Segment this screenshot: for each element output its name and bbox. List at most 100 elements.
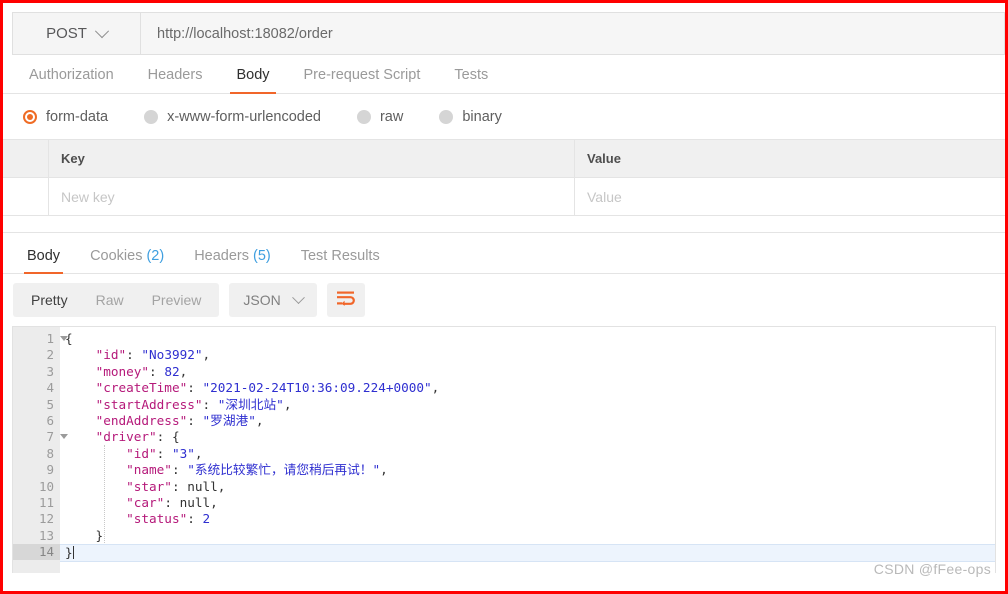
json-token-key: "startAddress"	[95, 396, 203, 412]
json-token-pun	[65, 479, 126, 494]
json-token-pun	[65, 511, 126, 526]
response-view-mode-group: Pretty Raw Preview	[13, 283, 220, 317]
response-format-selector[interactable]: JSON	[229, 283, 317, 317]
json-token-pun: ,	[431, 380, 440, 396]
json-token-pun	[65, 380, 96, 395]
row-checkbox-cell[interactable]	[3, 178, 49, 215]
json-code-area[interactable]: { "id": "No3992", "money": 82, "createTi…	[60, 327, 995, 573]
code-line: "star": null,	[60, 479, 995, 495]
new-value-input[interactable]: Value	[575, 178, 1005, 215]
request-tab-pre-request-script[interactable]: Pre-request Script	[287, 67, 438, 93]
json-token-pun: ,	[194, 445, 203, 461]
json-token-str: "2021-02-24T10:36:09.224+0000"	[202, 380, 432, 396]
tab-label: Body	[27, 248, 61, 264]
json-token-pun: :	[187, 412, 203, 428]
radio-raw[interactable]: raw	[356, 108, 404, 125]
json-token-pun: : {	[156, 429, 180, 445]
tab-label: Cookies	[90, 248, 143, 264]
radio-binary[interactable]: binary	[439, 109, 502, 125]
word-wrap-icon	[336, 290, 356, 311]
json-token-pun: ,	[380, 462, 388, 478]
code-line: "endAddress": "罗湖港",	[60, 413, 995, 429]
line-number-gutter: 1 2 3 4 5 6 7 8 9 10 11 12 13 14	[13, 327, 68, 573]
http-method-selector[interactable]: POST	[12, 12, 140, 55]
line-number: 10	[38, 478, 54, 494]
line-number: 9	[46, 462, 54, 478]
radio-unselected-icon	[356, 109, 371, 124]
response-tab-body[interactable]: Body	[12, 248, 75, 274]
radio-label: x-www-form-urlencoded	[167, 108, 321, 125]
json-token-key: "createTime"	[95, 380, 188, 396]
json-token-str: "3"	[171, 445, 195, 461]
json-token-pun: :	[164, 494, 180, 510]
line-number: 7	[13, 429, 68, 445]
line-number: 3	[46, 363, 54, 379]
code-line: "driver": {	[60, 429, 995, 445]
json-token-pun	[65, 364, 96, 379]
json-token-pun	[65, 413, 96, 428]
cookies-count-badge: (2)	[146, 248, 165, 264]
json-token-pun: :	[149, 363, 165, 379]
request-tab-body[interactable]: Body	[219, 67, 286, 94]
view-mode-pretty[interactable]: Pretty	[17, 283, 82, 317]
line-number: 11	[38, 494, 54, 510]
table-gutter	[3, 140, 49, 177]
table-row[interactable]: New key Value	[3, 178, 1005, 216]
chevron-down-icon	[94, 23, 109, 38]
json-token-pun: :	[187, 511, 203, 527]
tab-label: Headers	[194, 248, 249, 264]
new-key-input[interactable]: New key	[49, 178, 575, 215]
response-tab-headers[interactable]: Headers (5)	[179, 248, 286, 273]
json-token-pun	[65, 429, 96, 444]
request-tab-authorization[interactable]: Authorization	[12, 67, 131, 93]
request-url-bar: POST http://localhost:18082/order	[3, 3, 1005, 55]
radio-label: binary	[462, 108, 502, 125]
json-token-pun: ,	[217, 478, 226, 494]
radio-label: raw	[379, 108, 404, 125]
json-token-key: "money"	[95, 363, 150, 379]
word-wrap-toggle[interactable]	[326, 283, 365, 317]
json-token-pun: }	[65, 545, 73, 561]
tab-label: Body	[236, 67, 270, 83]
code-line: "money": 82,	[60, 364, 995, 380]
table-header-row: Key Value	[3, 140, 1005, 178]
radio-selected-icon	[23, 109, 37, 124]
response-tab-test-results[interactable]: Test Results	[286, 248, 395, 273]
code-line: "id": "3",	[60, 446, 995, 462]
line-number: 5	[46, 396, 54, 412]
json-token-pun: ,	[179, 363, 188, 379]
request-tab-headers[interactable]: Headers	[131, 67, 220, 93]
column-header-value: Value	[587, 151, 621, 166]
json-token-pun: {	[65, 331, 73, 346]
json-token-pun	[65, 495, 126, 510]
radio-x-www-form-urlencoded[interactable]: x-www-form-urlencoded	[144, 109, 321, 125]
tab-label: Test Results	[300, 248, 380, 264]
headers-count-badge: (5)	[253, 248, 271, 264]
line-number: 4	[46, 380, 54, 396]
postman-window: POST http://localhost:18082/order Author…	[0, 0, 1008, 594]
tab-label: Headers	[147, 67, 203, 83]
view-mode-preview[interactable]: Preview	[138, 283, 216, 317]
line-number: 6	[46, 412, 54, 428]
json-token-str: "深圳北站"	[217, 396, 284, 412]
json-token-null: null	[179, 494, 211, 510]
code-line: }	[60, 544, 995, 563]
table-bottom-spacer	[3, 216, 1005, 233]
request-tab-tests[interactable]: Tests	[437, 67, 505, 93]
json-token-null: null	[187, 478, 218, 494]
json-token-pun: :	[171, 462, 188, 478]
json-token-pun: :	[171, 478, 188, 494]
response-body-viewer[interactable]: 1 2 3 4 5 6 7 8 9 10 11 12 13 14 { "id": "No3992", "m…	[12, 326, 996, 573]
json-token-str: "No3992"	[141, 347, 203, 363]
radio-form-data[interactable]: form-data	[23, 109, 108, 125]
view-mode-raw[interactable]: Raw	[82, 283, 138, 317]
line-number: 2	[46, 347, 54, 363]
response-tab-cookies[interactable]: Cookies (2)	[75, 248, 179, 273]
json-token-pun: :	[202, 396, 218, 412]
indent-guide	[104, 445, 106, 543]
json-token-key: "status"	[126, 511, 188, 527]
json-token-pun: ,	[202, 347, 211, 363]
json-token-pun: :	[156, 445, 172, 461]
json-token-pun	[65, 397, 96, 412]
request-url-input[interactable]: http://localhost:18082/order	[140, 12, 1005, 55]
